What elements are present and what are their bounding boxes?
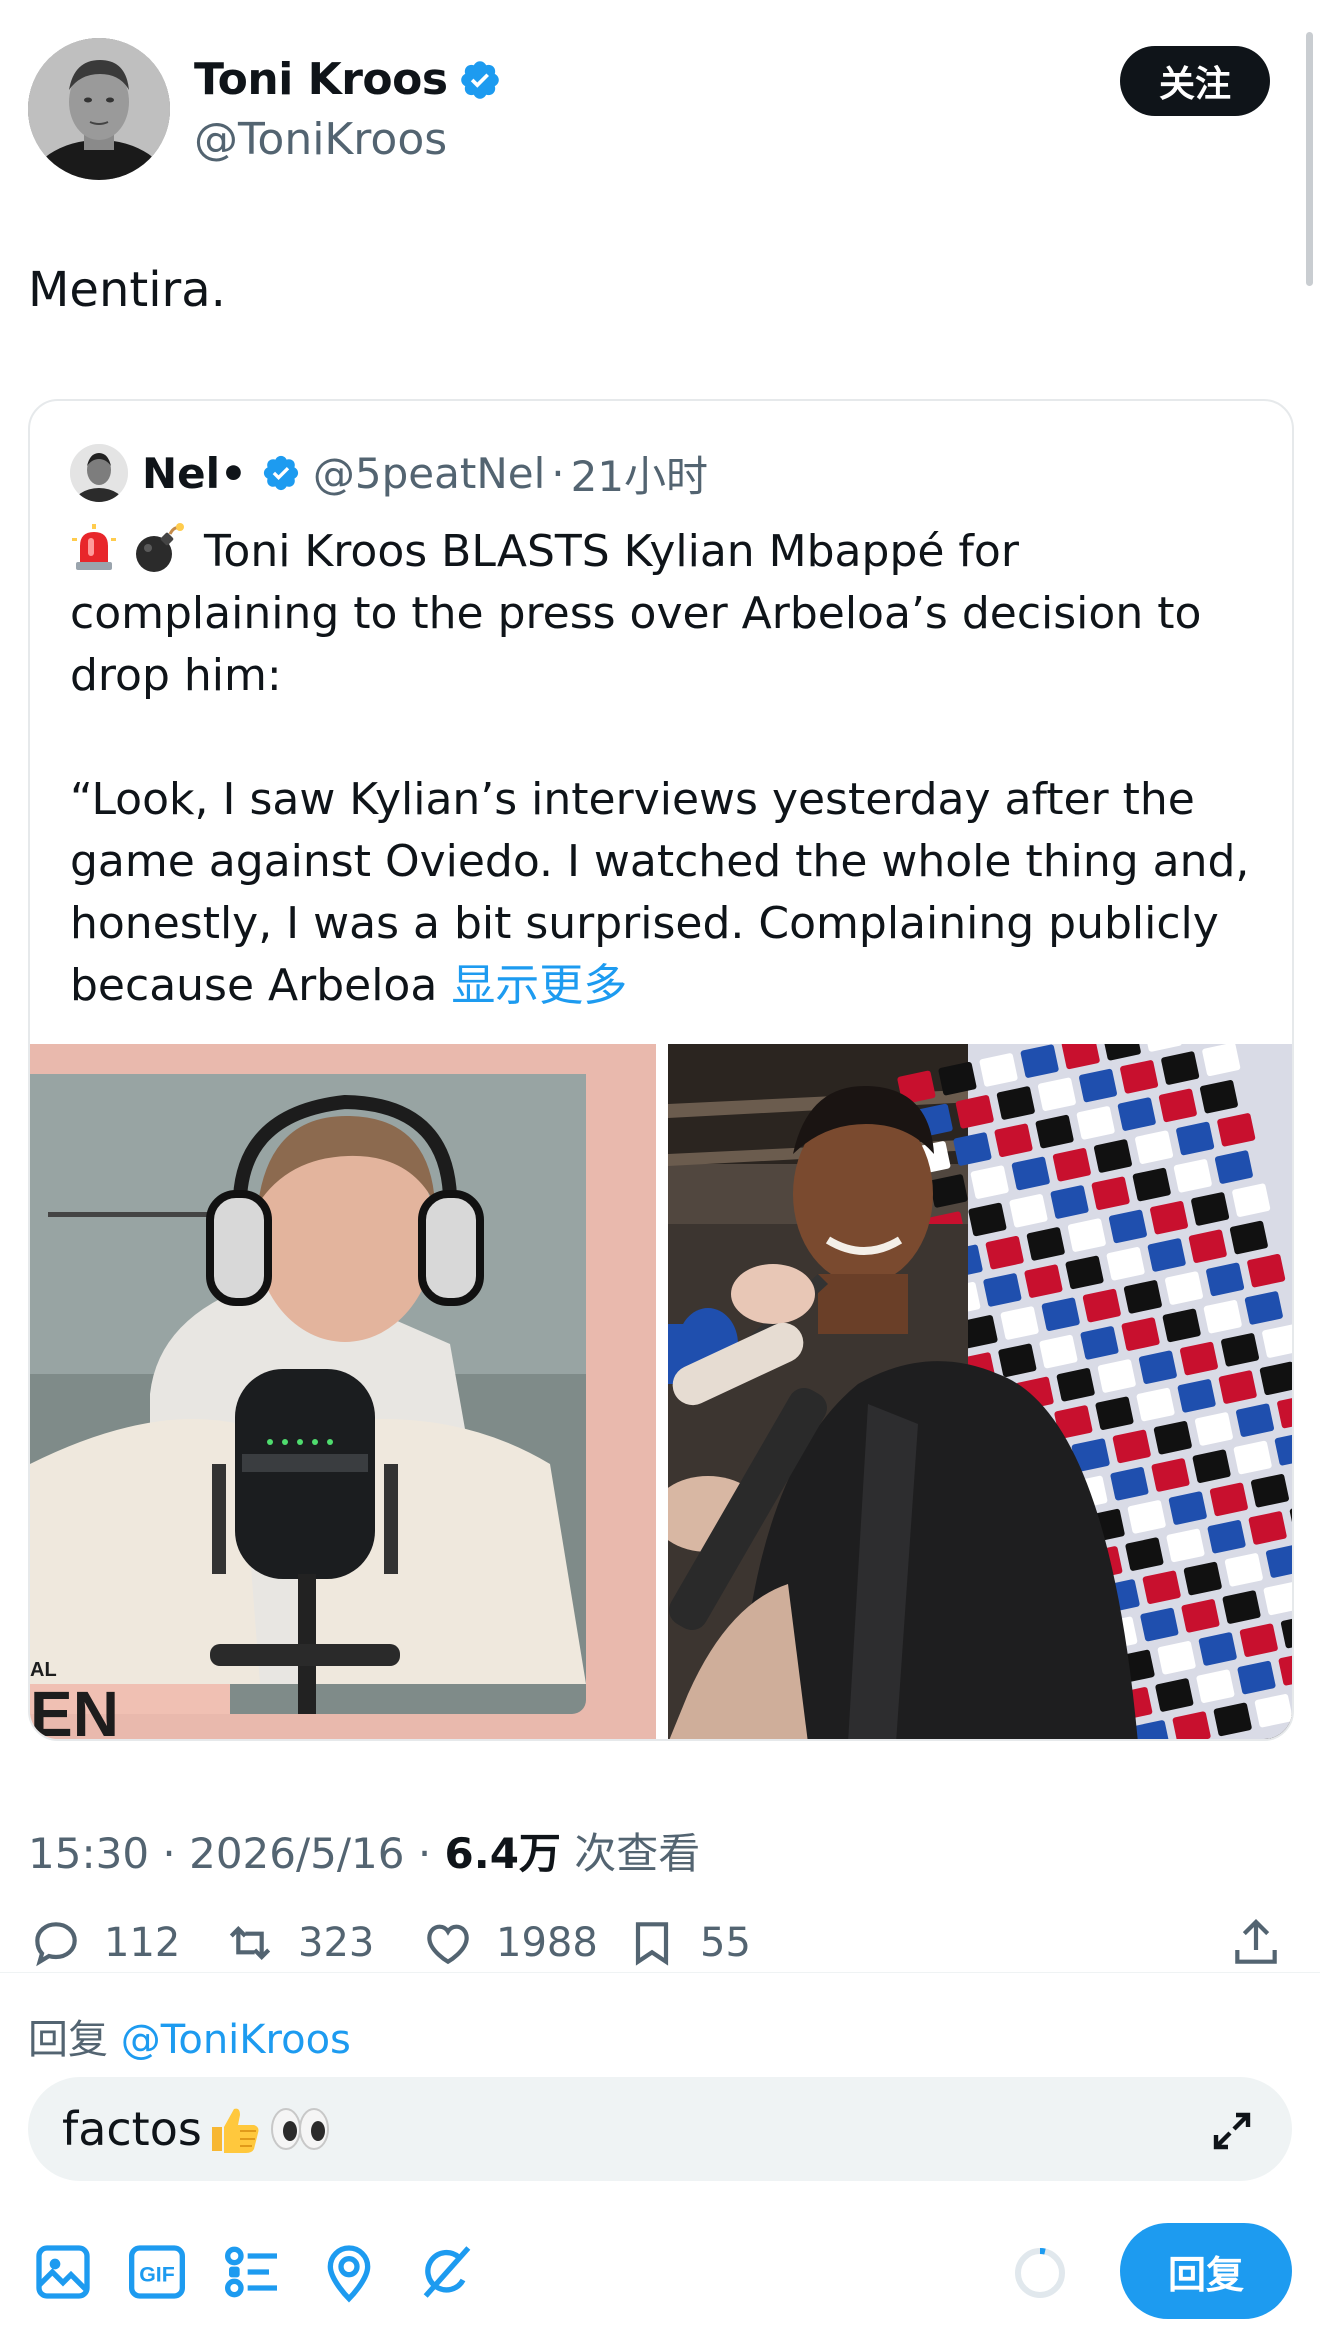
location-button[interactable] [314,2237,384,2307]
thumbs-up-emoji-icon [211,2108,259,2153]
bomb-emoji-icon [136,523,184,572]
reply-composer: 回复 @ToniKroos factos GIF 回复 [0,1972,1320,2346]
quoted-author-name[interactable]: Nel• [142,449,247,498]
svg-text:GIF: GIF [139,2262,175,2286]
bookmark-count: 55 [700,1920,751,1966]
poll-button[interactable] [218,2237,288,2307]
author-handle[interactable]: @ToniKroos [194,114,447,165]
quoted-line-1: Toni Kroos BLASTS Kylian Mbappé for [70,521,1260,583]
tweet-date: 2026/5/16 [189,1829,405,1878]
repost-action[interactable]: 323 [222,1915,374,1971]
tweet-actions: 112 323 1988 55 [28,1915,1292,1975]
image-icon [36,2245,90,2299]
quoted-tweet-time[interactable]: 21小时 [571,443,708,504]
quoted-line-3: drop him: [70,650,282,701]
grok-icon [423,2246,471,2298]
quoted-media: AL EN [30,1044,1292,1741]
quoted-line-5: game against Oviedo. I watched the whole… [70,836,1250,887]
quoted-line-6: honestly, I was a bit surprised. Complai… [70,898,1219,949]
image-button[interactable] [28,2237,98,2307]
show-more-link[interactable]: 显示更多 [451,960,627,1011]
bookmark-icon [635,1922,669,1966]
grok-button[interactable] [412,2237,482,2307]
quoted-text-line: because Arbeloa [70,960,452,1011]
quoted-line-2: complaining to the press over Arbeloa’s … [70,588,1202,639]
eyes-emoji-icon [270,2108,329,2150]
gif-button[interactable]: GIF [122,2237,192,2307]
quoted-tweet-card[interactable]: Nel• @5peatNel · 21小时 Toni Kroos BLASTS … [28,399,1294,1741]
gif-icon: GIF [129,2245,185,2299]
expand-icon[interactable] [1208,2107,1256,2155]
location-icon [327,2245,371,2303]
composer-toolbar: GIF 回复 [28,2223,1292,2323]
tweet-time: 15:30 [28,1829,150,1878]
character-count-ring [1015,2248,1065,2298]
tweet-stats: 15:30 · 2026/5/16 · 6.4万 次查看 [28,1829,701,1878]
media-divider [656,1044,668,1739]
like-action[interactable]: 1988 [420,1915,598,1971]
quoted-text-line: Toni Kroos BLASTS Kylian Mbappé for [204,526,1019,577]
tweet-author: Toni Kroos @ToniKroos [28,38,1280,180]
replying-to: 回复 @ToniKroos [28,2017,351,2063]
verified-badge-icon [460,60,499,99]
separator-dot: · [551,448,565,498]
media-image-podcast[interactable]: AL EN [30,1044,656,1741]
reply-action[interactable]: 112 [28,1915,180,1971]
reply-button[interactable]: 回复 [1120,2223,1292,2319]
repost-icon [229,1926,271,1960]
author-avatar[interactable] [28,38,170,180]
scrollbar[interactable] [1306,32,1313,286]
reply-icon [35,1922,77,1967]
repost-count: 323 [298,1920,375,1966]
quoted-author-handle[interactable]: @5peatNel [313,449,545,498]
follow-button[interactable]: 关注 [1120,46,1270,116]
quoted-line-7: because Arbeloa 显示更多 [70,955,1260,1017]
poll-icon [225,2246,277,2298]
quoted-line-4: “Look, I saw Kylian’s interviews yesterd… [70,774,1195,825]
view-count[interactable]: 6.4万 [445,1829,561,1878]
author-name-row: Toni Kroos [194,54,502,105]
heart-icon [427,1924,469,1965]
like-count: 1988 [496,1920,598,1966]
siren-emoji-icon [72,524,116,570]
author-name[interactable]: Toni Kroos [194,54,448,105]
tweet-text: Mentira. [28,262,226,318]
reply-to-mention[interactable]: @ToniKroos [121,2017,351,2063]
share-action[interactable] [1228,1915,1284,1971]
bookmark-action[interactable]: 55 [624,1915,751,1971]
reply-count: 112 [104,1920,181,1966]
media-image-interview[interactable] [668,1044,1292,1739]
quoted-tweet-header: Nel• @5peatNel · 21小时 [70,443,708,503]
reply-input[interactable]: factos [28,2077,1292,2181]
verified-badge-icon [263,455,298,491]
quoted-author-avatar[interactable] [70,444,128,502]
view-label: 次查看 [560,1829,701,1878]
reply-input-text: factos [62,2101,332,2157]
share-icon [1235,1919,1277,1964]
caption-en: EN [30,1678,119,1741]
quoted-tweet-text: Toni Kroos BLASTS Kylian Mbappé for comp… [70,521,1260,1017]
